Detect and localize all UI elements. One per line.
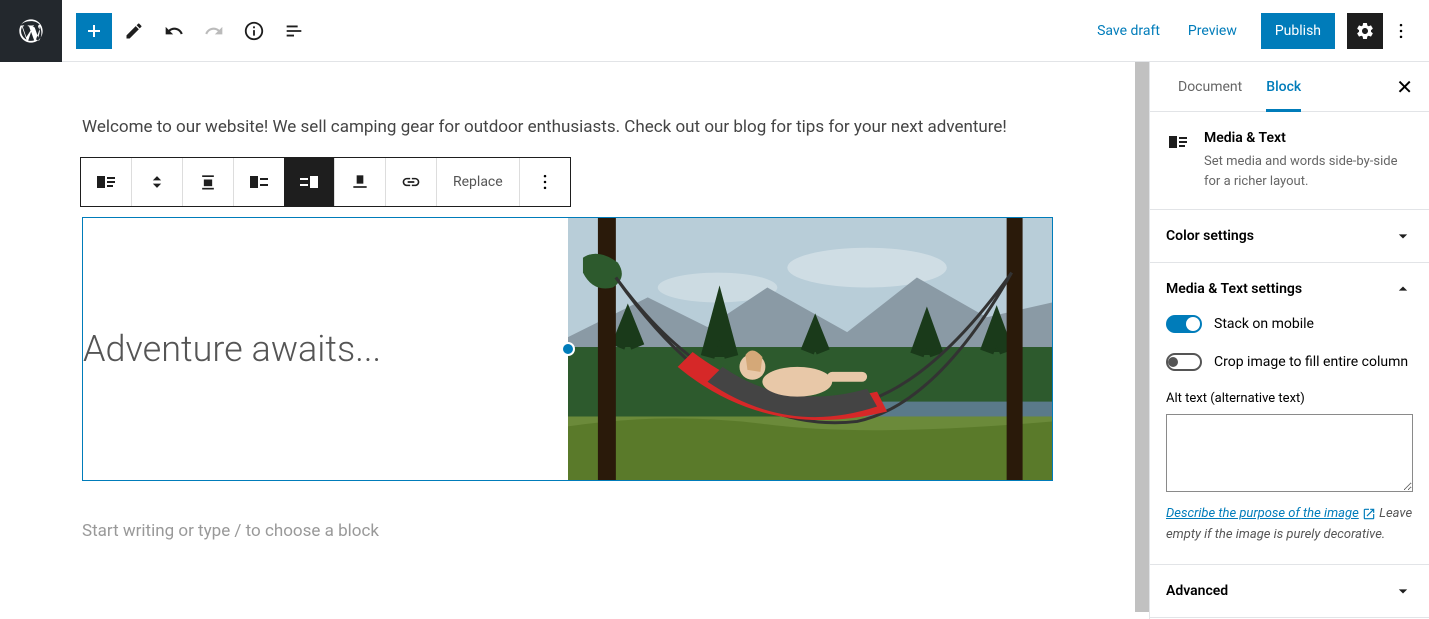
- toggle-crop-fill-label: Crop image to fill entire column: [1214, 354, 1408, 370]
- workspace: Welcome to our website! We sell camping …: [0, 62, 1429, 619]
- block-info-panel: Media & Text Set media and words side-by…: [1150, 112, 1429, 210]
- more-vertical-icon: [1391, 21, 1411, 41]
- section-media-text: Media & Text settings Stack on mobile Cr…: [1150, 263, 1429, 565]
- alt-text-label: Alt text (alternative text): [1166, 391, 1413, 406]
- media-text-block[interactable]: Adventure awaits...: [82, 217, 1053, 481]
- link-icon: [401, 172, 421, 192]
- section-advanced-title: Advanced: [1166, 583, 1228, 599]
- media-text-icon: [94, 170, 118, 194]
- media-right-icon: [297, 170, 321, 194]
- outline-icon: [283, 20, 305, 42]
- alt-text-input[interactable]: [1166, 414, 1413, 492]
- more-options-button[interactable]: [1383, 13, 1419, 49]
- publish-button[interactable]: Publish: [1261, 13, 1335, 49]
- toggle-crop-fill[interactable]: [1166, 353, 1202, 371]
- chevron-down-icon: [1393, 226, 1413, 246]
- media-left-icon: [247, 170, 271, 194]
- sidebar-tabs: Document Block ✕: [1150, 62, 1429, 112]
- section-color-header[interactable]: Color settings: [1150, 210, 1429, 262]
- align-icon: [198, 172, 218, 192]
- link-button[interactable]: [386, 158, 436, 206]
- section-advanced-header[interactable]: Advanced: [1150, 565, 1429, 617]
- media-right-button[interactable]: [284, 158, 334, 206]
- resize-handle[interactable]: [561, 342, 575, 356]
- undo-icon: [164, 21, 184, 41]
- tab-document[interactable]: Document: [1166, 62, 1254, 111]
- describe-image-link[interactable]: Describe the purpose of the image: [1166, 506, 1359, 521]
- outline-button[interactable]: [276, 13, 312, 49]
- info-icon: [243, 20, 265, 42]
- editor-canvas[interactable]: Welcome to our website! We sell camping …: [0, 62, 1149, 619]
- media-text-heading[interactable]: Adventure awaits...: [83, 328, 381, 370]
- section-color-title: Color settings: [1166, 228, 1254, 244]
- info-button[interactable]: [236, 13, 272, 49]
- more-vertical-icon: [535, 172, 555, 192]
- settings-sidebar: Document Block ✕ Media & Text Set media …: [1149, 62, 1429, 619]
- scroll-track: [1133, 62, 1149, 619]
- media-text-content[interactable]: Adventure awaits...: [83, 218, 568, 480]
- block-toolbar: Replace: [80, 157, 571, 207]
- undo-button[interactable]: [156, 13, 192, 49]
- toggle-stack-mobile-label: Stack on mobile: [1214, 316, 1314, 332]
- add-block-button[interactable]: [76, 13, 112, 49]
- save-draft-button[interactable]: Save draft: [1083, 23, 1174, 39]
- close-sidebar-button[interactable]: ✕: [1396, 75, 1413, 99]
- replace-button[interactable]: Replace: [437, 158, 519, 206]
- vertical-align-button[interactable]: [335, 158, 385, 206]
- gear-icon: [1355, 21, 1375, 41]
- section-media-text-title: Media & Text settings: [1166, 281, 1302, 297]
- chevron-down-icon: [1393, 581, 1413, 601]
- settings-button[interactable]: [1347, 13, 1383, 49]
- block-info-icon: [1166, 130, 1190, 191]
- redo-icon: [204, 21, 224, 41]
- wordpress-logo[interactable]: [0, 0, 62, 62]
- scroll-thumb[interactable]: [1135, 62, 1149, 612]
- intro-paragraph[interactable]: Welcome to our website! We sell camping …: [82, 117, 1060, 137]
- move-icon: [147, 172, 167, 192]
- valign-icon: [350, 172, 370, 192]
- pencil-icon: [124, 21, 144, 41]
- hammock-photo: [568, 218, 1053, 480]
- external-link-icon: [1362, 507, 1376, 521]
- section-media-text-header[interactable]: Media & Text settings: [1150, 263, 1429, 315]
- section-color: Color settings: [1150, 210, 1429, 263]
- align-button[interactable]: [183, 158, 233, 206]
- tab-block[interactable]: Block: [1254, 62, 1313, 111]
- block-type-button[interactable]: [81, 158, 131, 206]
- block-more-button[interactable]: [520, 158, 570, 206]
- block-info-title: Media & Text: [1204, 130, 1413, 146]
- media-left-button[interactable]: [234, 158, 284, 206]
- redo-button[interactable]: [196, 13, 232, 49]
- wordpress-icon: [17, 17, 45, 45]
- chevron-up-icon: [1393, 279, 1413, 299]
- toggle-crop-fill-row: Crop image to fill entire column: [1166, 353, 1413, 371]
- edit-mode-button[interactable]: [116, 13, 152, 49]
- media-text-icon: [1166, 130, 1190, 154]
- block-info-desc: Set media and words side-by-side for a r…: [1204, 152, 1413, 191]
- toolbar-right-group: Save draft Preview Publish: [1083, 13, 1429, 49]
- toolbar-left-group: [62, 13, 312, 49]
- move-button[interactable]: [132, 158, 182, 206]
- plus-icon: [82, 19, 106, 43]
- toggle-stack-mobile-row: Stack on mobile: [1166, 315, 1413, 333]
- top-toolbar: Save draft Preview Publish: [0, 0, 1429, 62]
- preview-button[interactable]: Preview: [1174, 23, 1251, 39]
- media-text-image[interactable]: [568, 218, 1053, 480]
- alt-text-helper: Describe the purpose of the image Leave …: [1166, 504, 1413, 546]
- toggle-stack-mobile[interactable]: [1166, 315, 1202, 333]
- block-placeholder[interactable]: Start writing or type / to choose a bloc…: [82, 521, 1060, 541]
- section-advanced: Advanced: [1150, 565, 1429, 618]
